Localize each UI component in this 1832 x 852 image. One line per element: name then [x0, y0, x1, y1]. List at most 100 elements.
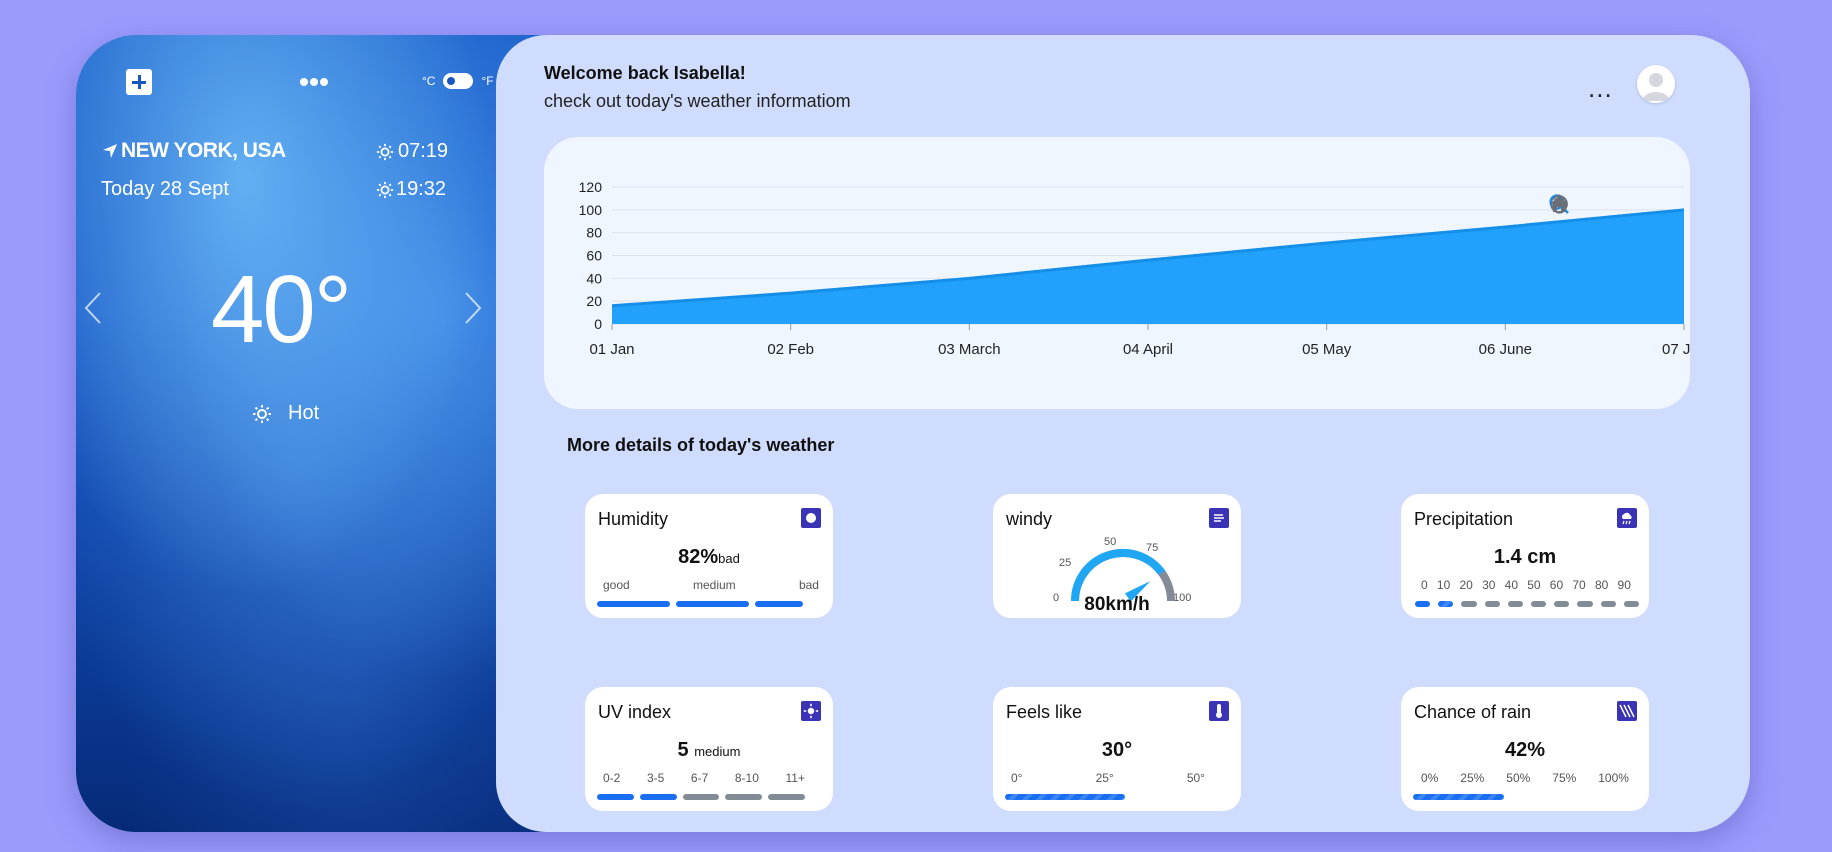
next-location-arrow-icon[interactable] [462, 291, 484, 325]
level-bar [1623, 601, 1640, 607]
more-options-button[interactable] [300, 78, 328, 86]
scale-label: 0% [1421, 771, 1439, 785]
precipitation-value: 1.4 cm [1493, 546, 1557, 568]
celsius-label: °C [422, 74, 436, 88]
scale-label: 60 [1549, 578, 1564, 592]
precipitation-level-bars [1415, 601, 1640, 607]
level-bar [597, 794, 634, 800]
header-menu-button[interactable]: ... [1588, 73, 1613, 104]
user-icon [1642, 73, 1670, 101]
humidity-value: 82%bad [585, 546, 833, 569]
sunset-icon [376, 181, 394, 198]
uv-sun-icon [801, 701, 821, 721]
value-text: 82% [678, 546, 719, 568]
scale-label: 90 [1617, 578, 1631, 592]
value-text: 5 [677, 739, 689, 761]
card-title: Feels like [1006, 702, 1083, 722]
level-bar [1600, 601, 1616, 607]
x-tick-label: 02 Feb [767, 341, 814, 358]
feels-like-fill [1005, 794, 1125, 800]
scale-label: 8-10 [734, 771, 759, 785]
x-tick-label: 07 Jul [1662, 341, 1690, 358]
card-title: Chance of rain [1414, 702, 1532, 722]
scale-label: 100% [1598, 771, 1629, 785]
scale-label: good [603, 578, 630, 592]
unit-toggle[interactable]: °C °F [422, 73, 494, 89]
dot-icon [310, 78, 318, 86]
qualifier-text: medium [694, 744, 741, 759]
scale-label: 0° [1011, 771, 1023, 785]
uv-value: 5 medium [585, 739, 833, 762]
y-tick-label: 0 [594, 316, 602, 332]
scale-label: 0 [1421, 578, 1428, 592]
level-bar [725, 794, 763, 800]
details-heading: More details of today's weather [567, 435, 835, 455]
precipitation-card: Precipitation 1.4 cm 0 10 20 30 40 50 60… [1401, 494, 1649, 618]
card-title: Humidity [598, 509, 669, 529]
level-bar [1438, 601, 1454, 607]
home-reset-icon[interactable] [1548, 193, 1570, 215]
level-bar [1554, 601, 1570, 607]
y-tick-label: 120 [579, 179, 603, 195]
scale-label: 50 [1527, 578, 1541, 592]
level-bar [1531, 601, 1547, 607]
area-chart: 0 20 40 60 80 100 120 01 Jan 02 Feb 03 March 04 Ap… [579, 179, 1690, 358]
sun-icon [253, 404, 271, 423]
feels-like-value: 30° [1101, 739, 1133, 761]
level-bar [597, 601, 671, 607]
cloud-rain-icon [1617, 508, 1637, 528]
navigation-arrow-icon [103, 144, 117, 158]
feels-like-card: Feels like 30° 0° 25° 50° [993, 687, 1241, 811]
temperature-chart-card: 0 20 40 60 80 100 120 01 Jan 02 Feb 03 March 04 Ap… [544, 137, 1690, 409]
add-location-button[interactable] [126, 69, 152, 95]
qualifier-text: bad [718, 551, 740, 566]
y-tick-label: 100 [579, 202, 603, 218]
x-tick-label: 06 June [1479, 341, 1532, 358]
level-bar [676, 601, 750, 607]
weather-app: °C °F NEW YORK, USA Today 28 Sept 07:19 … [76, 35, 1750, 832]
scale-label: 70 [1572, 578, 1586, 592]
weather-condition: Hot [252, 402, 319, 425]
y-tick-label: 80 [586, 225, 602, 241]
humidity-level-bars [597, 601, 803, 607]
scale-label: 0-2 [603, 771, 621, 785]
scale-label: 3-5 [646, 771, 665, 785]
precipitation-scale: 0 10 20 30 40 50 60 70 80 90 [1421, 578, 1631, 592]
uv-scale: 0-2 3-5 6-7 8-10 11+ [603, 771, 805, 785]
sunset-label: 19:32 [396, 178, 447, 200]
y-tick-label: 40 [586, 270, 602, 286]
card-title: UV index [598, 702, 672, 722]
location[interactable]: NEW YORK, USA [102, 139, 286, 163]
humidity-card: Humidity 82%bad good medium bad [585, 494, 833, 618]
dashboard-main: Welcome back Isabella! check out today's… [496, 35, 1750, 832]
level-bar [1461, 601, 1477, 607]
level-bar [682, 794, 720, 800]
scale-label: 10 [1436, 578, 1451, 592]
scale-label: 25° [1095, 771, 1114, 785]
level-bar [755, 601, 803, 607]
level-bar [768, 794, 805, 800]
sunrise-label: 07:19 [398, 140, 449, 162]
avatar[interactable] [1637, 65, 1675, 103]
level-bar [1577, 601, 1593, 607]
chance-of-rain-fill [1413, 794, 1504, 800]
chance-of-rain-scale: 0% 25% 50% 75% 100% [1421, 771, 1629, 785]
scale-label: 50% [1506, 771, 1531, 785]
droplet-icon [801, 508, 821, 528]
current-temperature: 40° [211, 256, 352, 363]
unit-switch[interactable] [443, 73, 474, 89]
location-name: NEW YORK, USA [121, 139, 286, 162]
sunrise-icon [376, 143, 394, 160]
scale-label: 40 [1504, 578, 1518, 592]
previous-location-arrow-icon[interactable] [82, 291, 104, 325]
scale-label: 80 [1594, 578, 1609, 592]
x-tick-label: 01 Jan [589, 341, 634, 358]
level-bar [1415, 601, 1431, 607]
uv-level-bars [597, 794, 805, 800]
wind-value: 80km/h [1084, 594, 1150, 615]
welcome-heading: Welcome back Isabella! [544, 63, 746, 83]
card-title: Precipitation [1414, 509, 1514, 529]
humidity-scale: good medium bad [599, 578, 823, 592]
x-tick-label: 04 April [1123, 341, 1173, 358]
chance-of-rain-card: Chance of rain 42% 0% 25% 50% 75% 100% [1401, 687, 1649, 811]
